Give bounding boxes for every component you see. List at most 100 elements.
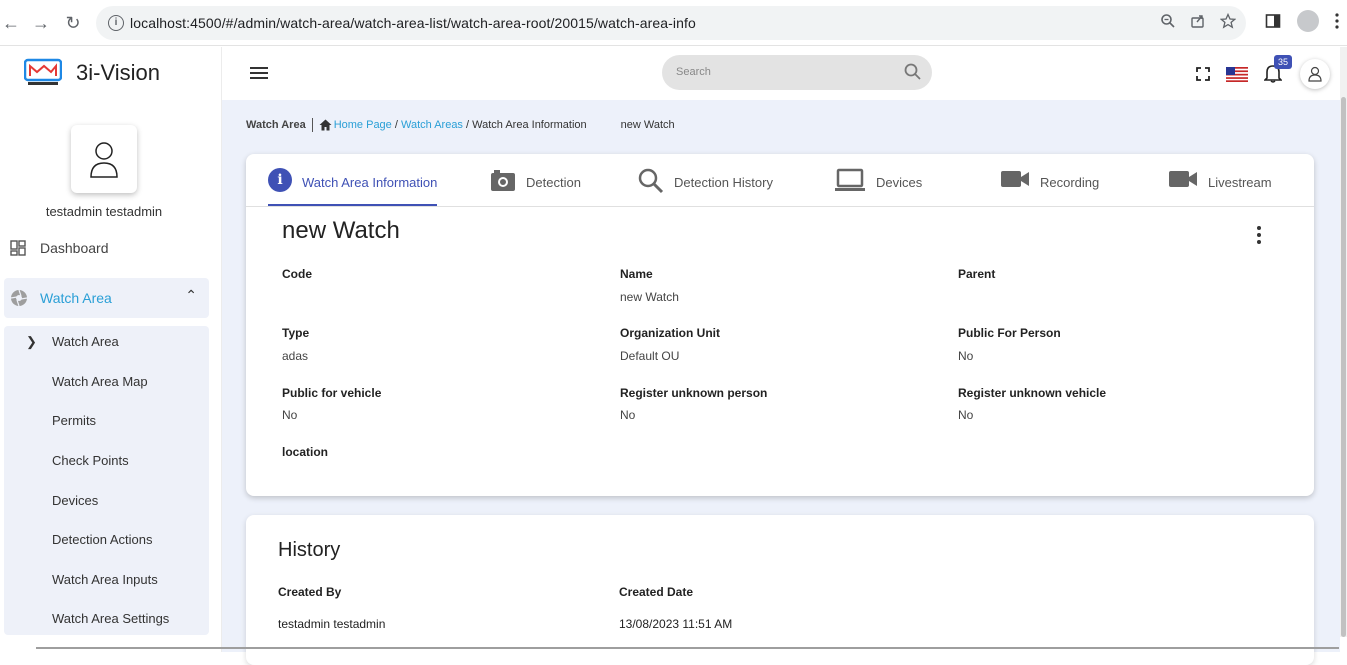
field-value-created-by: testadmin testadmin — [278, 617, 385, 631]
zoom-icon[interactable] — [1160, 13, 1176, 29]
history-title: History — [278, 539, 340, 562]
tab-detection[interactable]: Detection — [490, 168, 581, 206]
video-camera-icon — [1168, 168, 1198, 190]
field-value-organization-unit: Default OU — [620, 349, 679, 363]
tab-livestream[interactable]: Livestream — [1168, 168, 1272, 206]
notification-badge: 35 — [1274, 55, 1292, 69]
url-text: localhost:4500/#/admin/watch-area/watch-… — [130, 15, 696, 31]
tab-label: Livestream — [1208, 175, 1272, 190]
breadcrumb-watch-areas-link[interactable]: Watch Areas — [401, 119, 463, 131]
user-name: testadmin testadmin — [4, 204, 204, 219]
app-topbar: Search 35 — [222, 47, 1340, 100]
field-label-register-unknown-vehicle: Register unknown vehicle — [958, 386, 1106, 400]
submenu-item-devices[interactable]: Devices — [52, 493, 98, 508]
submenu-item-detection-actions[interactable]: Detection Actions — [52, 532, 152, 547]
tab-bar: i Watch Area Information Detection Detec… — [246, 154, 1314, 207]
home-icon[interactable] — [319, 119, 332, 131]
tab-label: Recording — [1040, 175, 1099, 190]
field-value-type: adas — [282, 349, 308, 363]
field-value-created-date: 13/08/2023 11:51 AM — [619, 617, 732, 631]
search-bar[interactable]: Search — [662, 55, 932, 90]
sidebar-item-dashboard[interactable]: Dashboard — [4, 233, 209, 263]
sidebar-item-watch-area[interactable]: Watch Area ⌃ — [4, 278, 209, 318]
horizontal-scrollbar[interactable] — [36, 647, 1339, 649]
field-label-code: Code — [282, 267, 312, 281]
submenu-item-watch-area[interactable]: Watch Area — [52, 334, 119, 349]
user-icon — [89, 139, 119, 179]
brand-name: 3i-Vision — [76, 60, 160, 86]
laptop-icon — [834, 168, 866, 192]
search-icon[interactable] — [904, 63, 922, 81]
vertical-scrollbar[interactable] — [1340, 47, 1347, 637]
submenu-item-watch-area-settings[interactable]: Watch Area Settings — [52, 611, 169, 626]
field-label-created-date: Created Date — [619, 585, 693, 599]
dashboard-icon — [10, 240, 26, 256]
bookmark-star-icon[interactable] — [1220, 13, 1236, 29]
tab-watch-area-information[interactable]: i Watch Area Information — [268, 168, 437, 206]
tab-detection-history[interactable]: Detection History — [638, 168, 773, 206]
account-avatar[interactable] — [1300, 59, 1330, 89]
more-options-icon[interactable] — [1256, 226, 1262, 244]
camera-icon — [490, 168, 516, 192]
tab-label: Detection History — [674, 175, 773, 190]
field-value-register-unknown-person: No — [620, 408, 635, 422]
share-icon[interactable] — [1190, 13, 1206, 29]
submenu-item-watch-area-inputs[interactable]: Watch Area Inputs — [52, 572, 158, 587]
user-avatar[interactable] — [71, 125, 137, 193]
back-icon[interactable]: ← — [0, 12, 22, 34]
main-content: Search 35 Watch Area Home Page / — [222, 47, 1340, 652]
brand[interactable]: 3i-Vision — [24, 57, 160, 89]
field-label-public-for-person: Public For Person — [958, 326, 1061, 340]
search-icon — [638, 168, 664, 194]
sidebar-item-label: Watch Area — [40, 290, 112, 306]
breadcrumb-current: Watch Area Information — [472, 119, 587, 131]
watch-area-title: new Watch — [282, 217, 400, 245]
search-placeholder: Search — [676, 66, 711, 78]
aperture-icon — [10, 289, 28, 307]
forward-icon[interactable]: → — [30, 12, 52, 34]
field-label-created-by: Created By — [278, 585, 341, 599]
field-label-parent: Parent — [958, 267, 995, 281]
reload-icon[interactable]: ↻ — [62, 12, 84, 34]
tab-recording[interactable]: Recording — [1000, 168, 1099, 206]
field-value-name: new Watch — [620, 290, 679, 304]
submenu-item-check-points[interactable]: Check Points — [52, 453, 129, 468]
field-value-public-for-vehicle: No — [282, 408, 297, 422]
breadcrumb-section-title: Watch Area — [246, 119, 306, 131]
video-camera-icon — [1000, 168, 1030, 190]
fullscreen-icon[interactable] — [1196, 67, 1210, 81]
info-icon: i — [268, 168, 292, 192]
side-panel-icon[interactable] — [1265, 13, 1281, 29]
us-flag-icon[interactable] — [1226, 67, 1248, 82]
breadcrumb-home-link[interactable]: Home Page — [334, 119, 392, 131]
breadcrumb-entity-name: new Watch — [621, 119, 675, 131]
field-label-type: Type — [282, 326, 309, 340]
notifications-button[interactable]: 35 — [1264, 63, 1284, 85]
submenu-item-permits[interactable]: Permits — [52, 413, 96, 428]
hamburger-menu-icon[interactable] — [250, 67, 268, 81]
chevron-up-icon[interactable]: ⌃ — [185, 287, 197, 304]
field-value-public-for-person: No — [958, 349, 973, 363]
site-info-icon[interactable]: i — [108, 15, 124, 31]
field-label-location: location — [282, 445, 328, 459]
browser-profile-icon[interactable] — [1297, 10, 1319, 32]
chevron-right-icon: ❯ — [26, 334, 37, 350]
field-value-register-unknown-vehicle: No — [958, 408, 973, 422]
field-label-public-for-vehicle: Public for vehicle — [282, 386, 381, 400]
address-bar[interactable]: i localhost:4500/#/admin/watch-area/watc… — [96, 6, 1246, 40]
breadcrumb-divider — [312, 118, 313, 132]
field-label-organization-unit: Organization Unit — [620, 326, 720, 340]
tab-label: Detection — [526, 175, 581, 190]
submenu-item-watch-area-map[interactable]: Watch Area Map — [52, 374, 148, 389]
tab-devices[interactable]: Devices — [834, 168, 922, 206]
watch-area-submenu: ❯ Watch Area Watch Area Map Permits Chec… — [4, 326, 209, 635]
tab-label: Devices — [876, 175, 922, 190]
field-label-name: Name — [620, 267, 653, 281]
history-card: History Created By testadmin testadmin C… — [246, 515, 1314, 665]
sidebar-item-label: Dashboard — [40, 240, 109, 256]
browser-menu-icon[interactable] — [1335, 13, 1339, 29]
brand-logo-icon — [24, 58, 62, 88]
scrollbar-thumb[interactable] — [1341, 97, 1346, 637]
field-label-register-unknown-person: Register unknown person — [620, 386, 767, 400]
tab-label: Watch Area Information — [302, 175, 437, 190]
